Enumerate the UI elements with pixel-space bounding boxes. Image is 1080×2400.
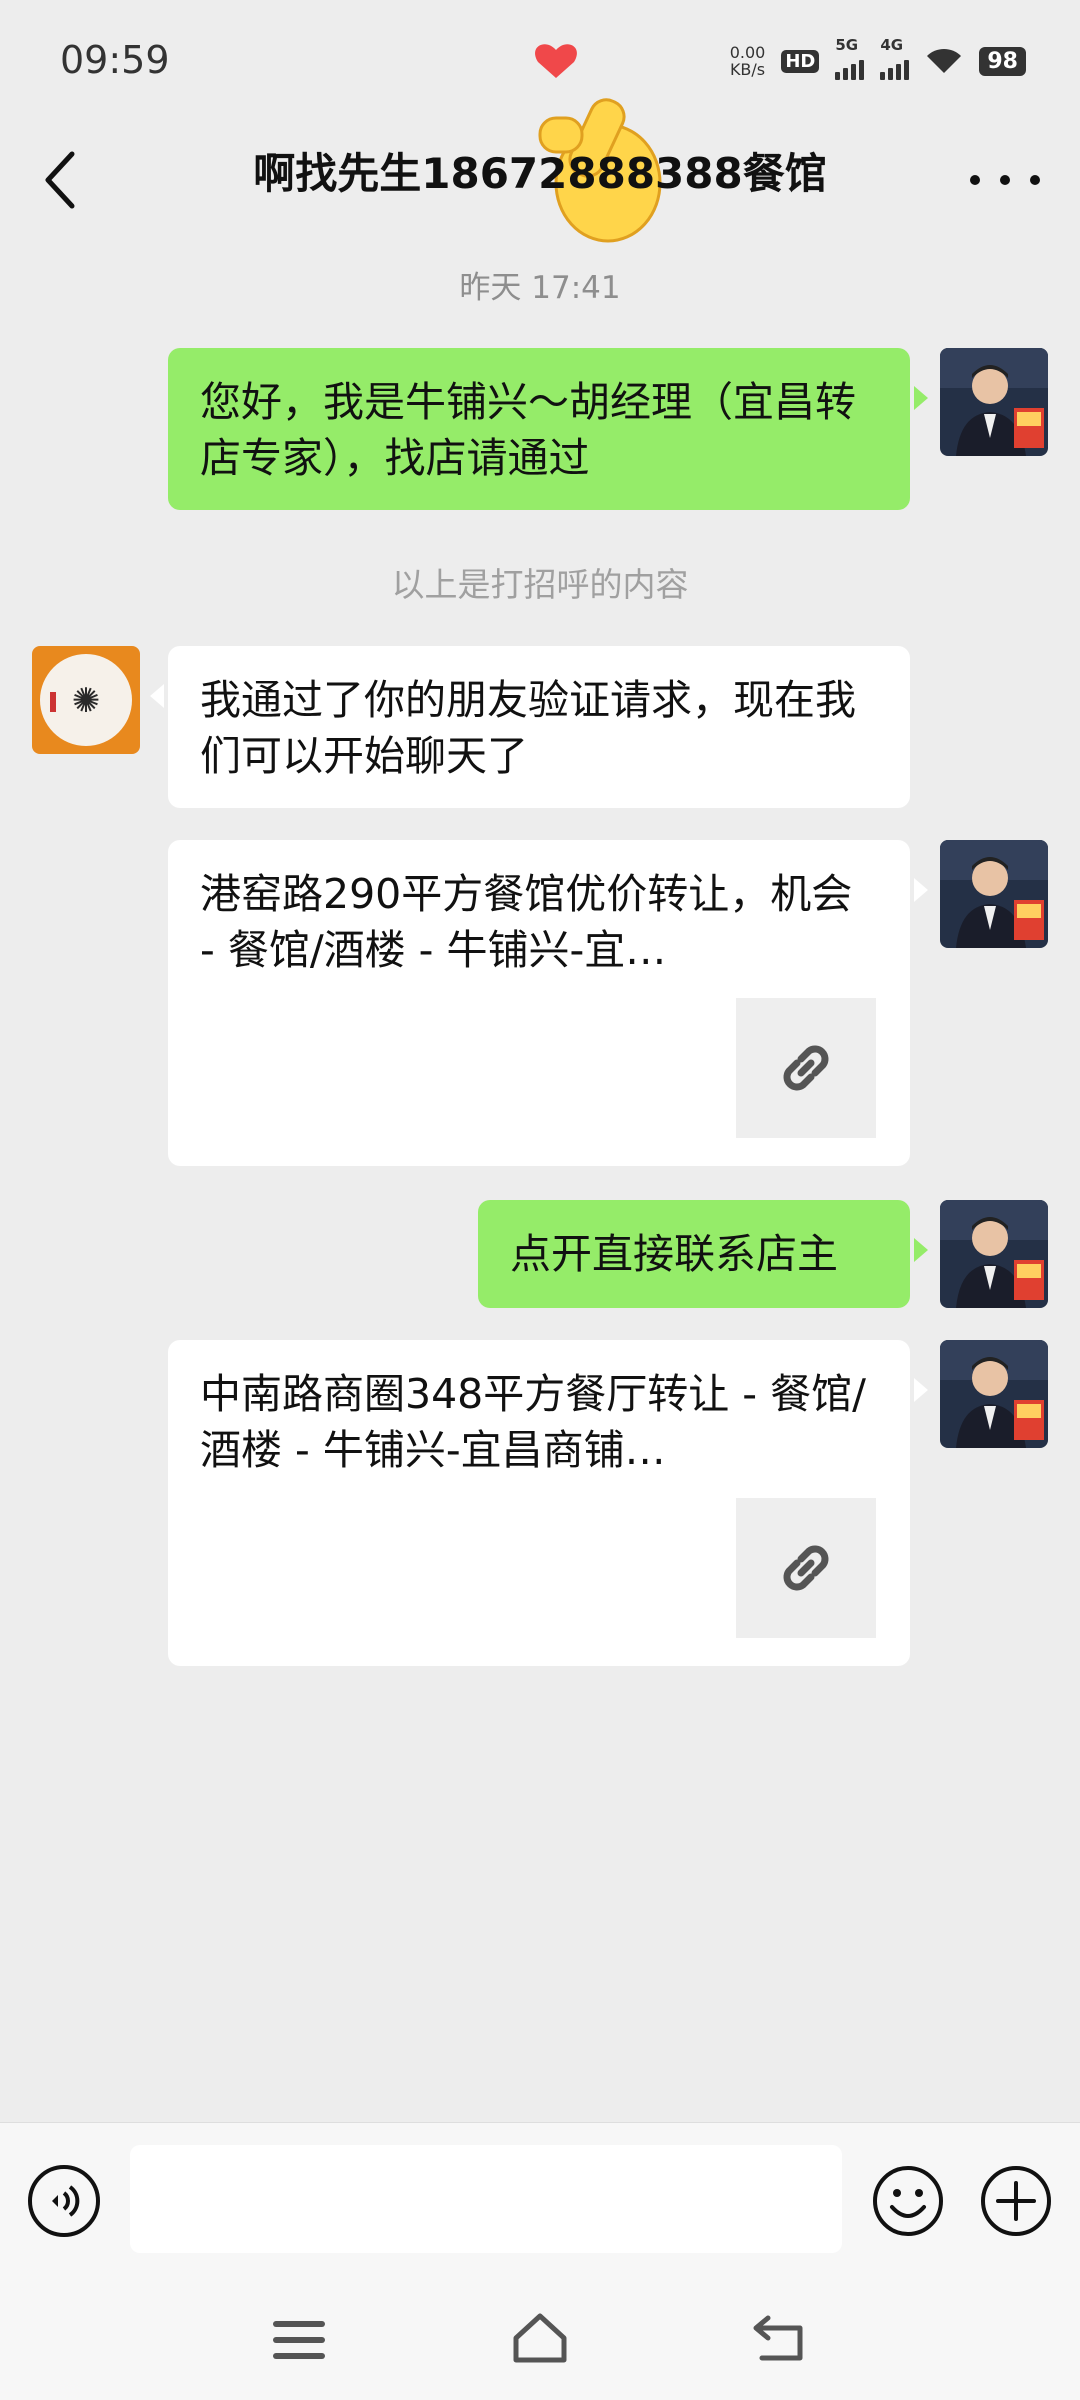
network-speed: 0.00 KB/s [730, 44, 766, 78]
plus-icon [981, 2166, 1051, 2236]
voice-icon [52, 2185, 80, 2217]
plus-button[interactable] [978, 2163, 1054, 2239]
more-dot-icon [1030, 175, 1040, 185]
message-bubble-sent[interactable]: 您好，我是牛铺兴～胡经理（宜昌转店专家），找店请通过 [168, 348, 928, 510]
signal-4g-icon: 4G [880, 36, 910, 80]
message-input[interactable] [130, 2145, 842, 2253]
emoji-button[interactable] [870, 2163, 946, 2239]
emoji-icon [873, 2166, 943, 2236]
avatar-self[interactable] [940, 348, 1048, 456]
more-button[interactable] [970, 150, 1040, 210]
message-text: 我通过了你的朋友验证请求，现在我们可以开始聊天了 [200, 676, 856, 780]
network-speed-unit: KB/s [729, 60, 766, 79]
avatar-self[interactable] [940, 1340, 1048, 1448]
more-dot-icon [1000, 175, 1010, 185]
signal-4g-label: 4G [880, 36, 904, 54]
menu-button[interactable] [268, 2312, 330, 2368]
chat-title: 啊找先生18672888388餐馆 [253, 149, 827, 198]
input-bar [0, 2122, 1080, 2281]
system-note: 以上是打招呼的内容 [391, 565, 689, 604]
more-dot-icon [970, 175, 980, 185]
link-icon [783, 1545, 829, 1591]
message-timestamp: 昨天 17:41 [459, 270, 621, 306]
signal-5g-label: 5G [835, 36, 859, 54]
link-card[interactable]: 中南路商圈348平方餐厅转让 - 餐馆/酒楼 - 牛铺兴-宜昌商铺… [168, 1340, 928, 1666]
network-speed-value: 0.00 [729, 43, 766, 62]
link-card[interactable]: 港窑路290平方餐馆优价转让，机会 - 餐馆/酒楼 - 牛铺兴-宜… [168, 840, 928, 1166]
link-thumbnail [736, 998, 876, 1138]
hd-icon: HD [781, 49, 820, 73]
avatar-self[interactable] [940, 840, 1048, 948]
battery-icon: 98 [979, 46, 1026, 76]
avatar-contact[interactable]: ✺ [32, 646, 140, 754]
signal-5g-icon: 5G [835, 36, 865, 80]
message-text: 您好，我是牛铺兴～胡经理（宜昌转店专家），找店请通过 [200, 378, 856, 482]
link-icon [783, 1045, 829, 1091]
home-button[interactable] [508, 2308, 572, 2368]
status-time: 09:59 [60, 38, 170, 82]
back-icon [753, 2315, 803, 2361]
voice-button[interactable] [28, 2165, 100, 2237]
link-thumbnail [736, 1498, 876, 1638]
svg-text:✺: ✺ [72, 681, 101, 721]
message-text: 点开直接联系店主 [510, 1230, 838, 1278]
avatar-self[interactable] [940, 1200, 1048, 1308]
message-bubble-received[interactable]: 我通过了你的朋友验证请求，现在我们可以开始聊天了 [150, 646, 910, 808]
home-icon [513, 2313, 567, 2363]
menu-icon [273, 2321, 325, 2359]
wifi-icon [927, 48, 962, 73]
status-icons: 0.00 KB/s HD 5G 4G 98 [730, 36, 1026, 80]
message-bubble-sent[interactable]: 点开直接联系店主 [478, 1200, 928, 1308]
link-card-title: 中南路商圈348平方餐厅转让 - 餐馆/酒楼 - 牛铺兴-宜昌商铺… [200, 1370, 866, 1474]
chat-header: 啊找先生18672888388餐馆 [0, 120, 1080, 230]
system-back-button[interactable] [748, 2308, 812, 2368]
link-card-title: 港窑路290平方餐馆优价转让，机会 - 餐馆/酒楼 - 牛铺兴-宜… [200, 870, 853, 974]
system-navigation [0, 2280, 1080, 2400]
